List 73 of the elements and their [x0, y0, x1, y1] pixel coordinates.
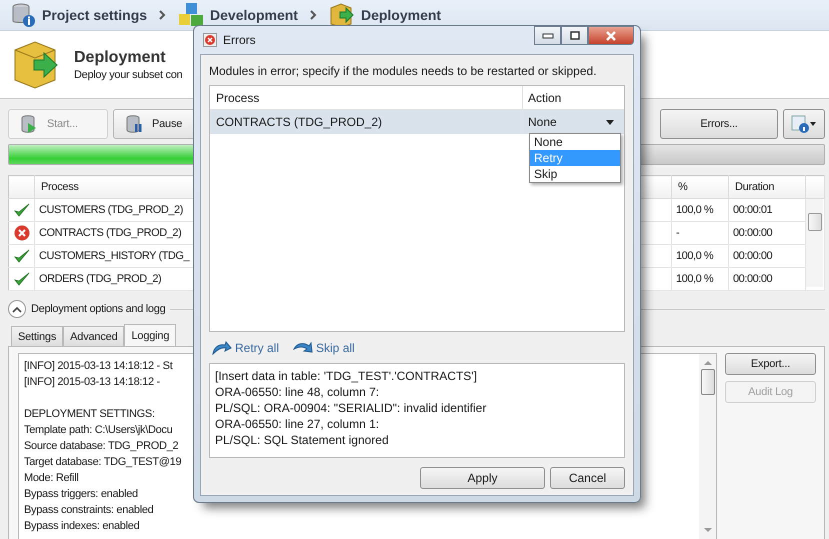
- window-title: Errors: [223, 33, 256, 47]
- dropdown-option[interactable]: Skip: [530, 166, 620, 182]
- info-caret-icon: [791, 115, 817, 133]
- scroll-down-arrow-icon[interactable]: [704, 528, 712, 533]
- dropdown-option[interactable]: None: [530, 134, 620, 150]
- tab[interactable]: Advanced: [63, 326, 124, 346]
- box-arrow-icon: [12, 40, 60, 90]
- collapse-button[interactable]: [8, 300, 26, 318]
- log-line: Bypass indexes: enabled: [24, 519, 140, 534]
- table-cell: 100,0 %: [672, 198, 728, 222]
- database-info-icon: [10, 2, 36, 28]
- error-line: ORA-06550: line 27, column 1:: [215, 416, 380, 432]
- log-line: Target database: TDG_TEST@19: [24, 455, 182, 470]
- table-row[interactable]: CONTRACTS (TDG_PROD_2) None: [210, 110, 624, 134]
- caret-down-icon: [606, 120, 614, 124]
- table-cell: -: [672, 222, 728, 244]
- table-cell: 100,0 %: [672, 268, 728, 290]
- tab[interactable]: Logging: [124, 324, 176, 346]
- scrollbar[interactable]: [806, 199, 823, 287]
- scrollbar[interactable]: [699, 354, 716, 539]
- dialog-message: Modules in error; specify if the modules needs to be restarted or skipped.: [209, 63, 598, 79]
- chevron-right-icon: [310, 10, 317, 20]
- close-button[interactable]: [588, 26, 634, 45]
- section-label: Deployment options and logg: [31, 303, 166, 315]
- scroll-up-arrow-icon[interactable]: [704, 360, 712, 365]
- tab[interactable]: Settings: [11, 326, 64, 346]
- table-cell: 00:00:00: [728, 268, 806, 290]
- minimize-button[interactable]: [534, 26, 561, 45]
- minimize-icon: [542, 32, 554, 38]
- column-header[interactable]: Duration: [728, 176, 806, 198]
- maximize-icon: [570, 31, 580, 40]
- close-icon: [605, 30, 617, 40]
- cubes-icon: [178, 2, 204, 28]
- column-header[interactable]: %: [672, 176, 728, 198]
- maximize-button[interactable]: [561, 26, 588, 45]
- database-play-icon: [21, 115, 37, 133]
- chevron-up-icon: [12, 306, 22, 312]
- breadcrumb-item[interactable]: Development: [178, 2, 298, 28]
- error-icon: [203, 33, 217, 47]
- column-header[interactable]: Action: [522, 86, 624, 109]
- log-line: Source database: TDG_PROD_2: [24, 439, 178, 454]
- log-line: [INFO] 2015-03-13 14:18:12 - St: [24, 359, 172, 374]
- errors-button[interactable]: Errors...: [660, 109, 778, 139]
- table-cell: 100,0 %: [672, 244, 728, 268]
- log-line: DEPLOYMENT SETTINGS:: [24, 407, 155, 422]
- error-line: PL/SQL: ORA-00904: "SERIALID": invalid identifier: [215, 400, 488, 416]
- dialog-button[interactable]: Cancel: [550, 467, 625, 489]
- dialog-button[interactable]: Apply: [420, 467, 545, 489]
- log-line: [INFO] 2015-03-13 14:18:12 -: [24, 375, 160, 390]
- box-arrow-icon: [328, 2, 355, 28]
- log-button[interactable]: Export...: [725, 353, 816, 375]
- error-line: PL/SQL: SQL Statement ignored: [215, 432, 390, 448]
- log-line: Bypass triggers: enabled: [24, 487, 138, 502]
- page-subtitle: Deploy your subset con: [74, 68, 182, 80]
- breadcrumb-item[interactable]: Project settings: [10, 2, 148, 28]
- error-line: ORA-06550: line 48, column 7:: [215, 384, 380, 400]
- scroll-thumb[interactable]: [700, 369, 714, 395]
- database-pause-icon: [126, 115, 142, 133]
- log-line: Mode: Refill: [24, 471, 78, 486]
- page-title: Deployment: [74, 48, 167, 66]
- chevron-right-icon: [159, 10, 166, 20]
- log-line: Template path: C:\Users\jk\Docu: [24, 423, 172, 438]
- table-cell: 00:00:00: [728, 244, 806, 268]
- info-dropdown-button[interactable]: [783, 109, 825, 139]
- link[interactable]: Retry all: [212, 339, 280, 357]
- table-cell-text: CONTRACTS (TDG_PROD_2): [215, 115, 384, 129]
- curved-arrow-icon: [212, 341, 232, 355]
- link[interactable]: Skip all: [293, 339, 355, 357]
- error-line: [Insert data in table: 'TDG_TEST'.'CONTRACTS']: [215, 368, 478, 384]
- log-line: Bypass constraints: enabled: [24, 503, 154, 518]
- table-cell: 00:00:00: [728, 222, 806, 244]
- column-header[interactable]: Process: [210, 90, 522, 104]
- curved-arrow-icon: [293, 341, 314, 355]
